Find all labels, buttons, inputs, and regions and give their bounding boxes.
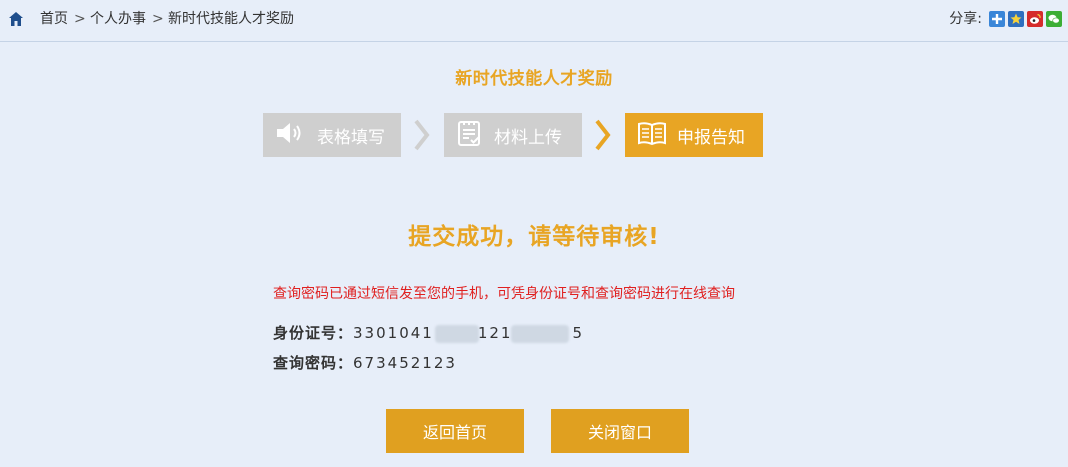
query-password-value: 673452123 xyxy=(353,353,457,372)
breadcrumb-separator-icon: > xyxy=(74,11,86,27)
id-number-label: 身份证号： xyxy=(273,324,354,342)
share-qq-icon[interactable] xyxy=(1008,11,1024,27)
share-bar: 分享: xyxy=(949,10,1062,28)
breadcrumb-separator-icon: > xyxy=(152,11,164,27)
checklist-icon xyxy=(456,119,484,152)
id-number-value: 3301041 121 5 xyxy=(353,323,585,343)
success-message: 提交成功，请等待审核! xyxy=(408,224,660,250)
breadcrumb-home[interactable]: 首页 xyxy=(40,10,68,28)
home-icon[interactable] xyxy=(8,11,24,27)
share-label: 分享: xyxy=(949,11,982,27)
breadcrumb: 首页 > 个人办事 > 新时代技能人才奖励 xyxy=(40,10,294,28)
step-declaration-notice: 申报告知 xyxy=(625,113,763,157)
chevron-right-icon xyxy=(414,119,430,151)
top-bar: 首页 > 个人办事 > 新时代技能人才奖励 分享: xyxy=(0,0,1068,42)
close-window-button[interactable]: 关闭窗口 xyxy=(551,409,689,453)
breadcrumb-current: 新时代技能人才奖励 xyxy=(168,11,294,27)
sms-notice: 查询密码已通过短信发至您的手机，可凭身份证号和查询密码进行在线查询 xyxy=(273,286,735,302)
step-label: 材料上传 xyxy=(494,127,562,148)
step-material-upload: 材料上传 xyxy=(444,113,582,157)
step-label: 申报告知 xyxy=(677,127,745,148)
id-number-row: 身份证号： 3301041 121 5 xyxy=(273,322,584,343)
back-home-button[interactable]: 返回首页 xyxy=(386,409,524,453)
id-redaction-mask xyxy=(435,324,480,343)
share-wechat-icon[interactable] xyxy=(1046,11,1062,27)
step-form-fill: 表格填写 xyxy=(263,113,401,157)
share-qzone-icon[interactable] xyxy=(989,11,1005,27)
speaker-icon xyxy=(275,121,307,150)
book-icon xyxy=(637,120,667,151)
id-redaction-mask xyxy=(511,324,570,343)
chevron-right-icon xyxy=(595,119,611,151)
query-password-row: 查询密码： 673452123 xyxy=(273,352,457,373)
page-title: 新时代技能人才奖励 xyxy=(455,69,613,89)
breadcrumb-personal[interactable]: 个人办事 xyxy=(90,10,146,28)
share-weibo-icon[interactable] xyxy=(1027,11,1043,27)
step-label: 表格填写 xyxy=(317,127,385,148)
query-password-label: 查询密码： xyxy=(273,354,354,372)
